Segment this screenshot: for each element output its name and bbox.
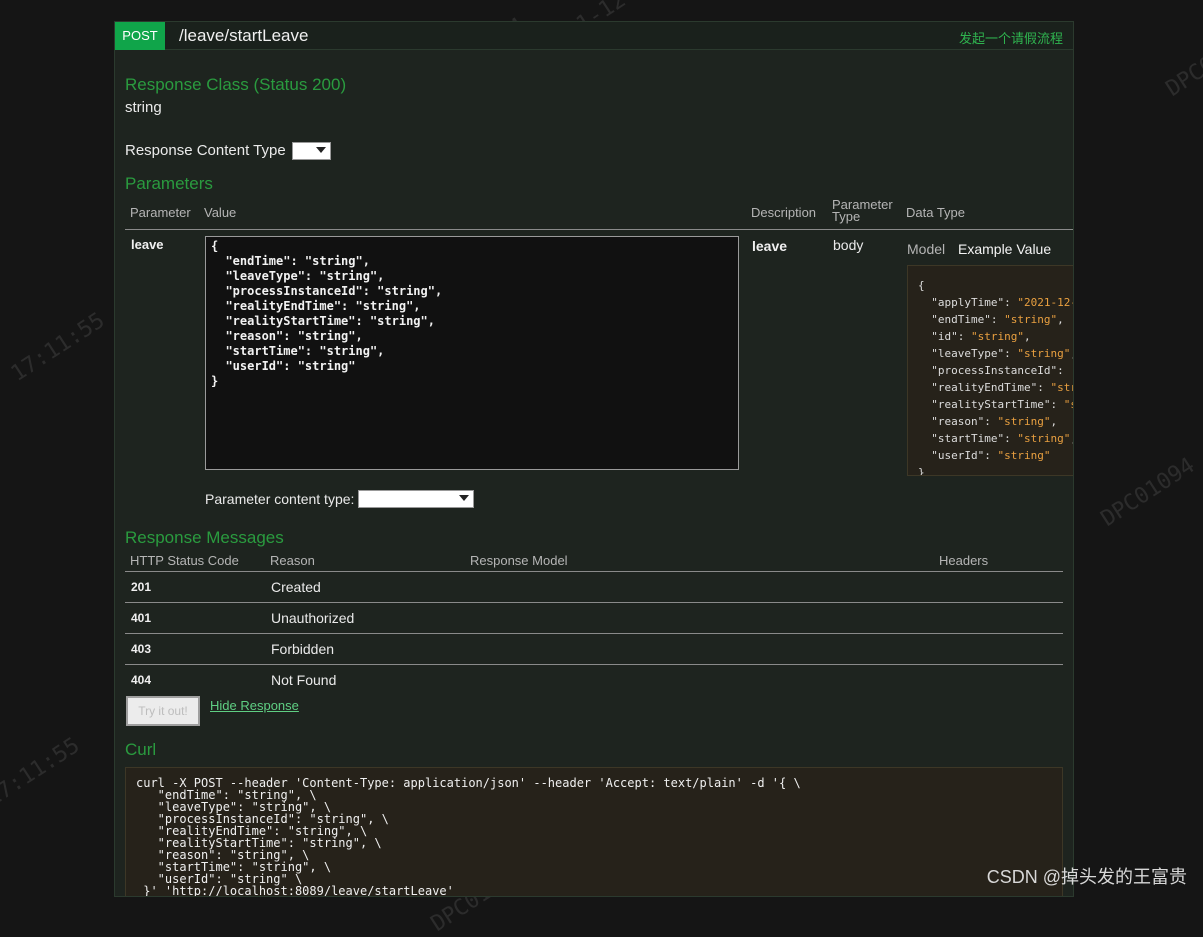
param-description: leave xyxy=(752,238,788,254)
curl-command[interactable]: curl -X POST --header 'Content-Type: app… xyxy=(125,767,1063,896)
rm-header-response-model: Response Model xyxy=(470,553,568,568)
example-line: "id": "string", xyxy=(918,330,1031,343)
tab-model[interactable]: Model xyxy=(907,241,945,257)
table-row: 403 Forbidden xyxy=(125,634,1063,665)
param-header-parameter-type: Parameter Type xyxy=(832,197,893,224)
watermark: DPC01094 xyxy=(1161,23,1203,102)
response-content-type-select[interactable] xyxy=(292,142,331,160)
example-line: "startTime": "string", xyxy=(918,432,1073,445)
param-header-parameter: Parameter xyxy=(130,205,191,220)
chevron-down-icon xyxy=(316,147,326,153)
watermark: 17:11:55 xyxy=(0,733,85,812)
watermark: 17:11:55 xyxy=(6,308,110,387)
rm-header-status-code: HTTP Status Code xyxy=(130,553,239,568)
status-code: 201 xyxy=(131,580,152,594)
example-line: "realityEndTime": "str xyxy=(918,381,1073,394)
example-line: "processInstanceId": ' xyxy=(918,364,1073,377)
status-reason: Created xyxy=(271,579,321,595)
param-header-divider xyxy=(125,229,1073,230)
example-line: "reason": "string", xyxy=(918,415,1058,428)
try-it-out-button[interactable]: Try it out! xyxy=(126,696,200,726)
example-line: "applyTime": "2021-12- xyxy=(918,296,1074,309)
response-content-type-label: Response Content Type xyxy=(125,142,286,159)
rm-header-headers: Headers xyxy=(939,553,989,568)
table-row: 201 Created xyxy=(125,572,1063,603)
status-reason: Forbidden xyxy=(271,641,335,657)
response-class-title: Response Class (Status 200) xyxy=(125,75,347,94)
rm-header-reason: Reason xyxy=(270,553,315,568)
operation-path[interactable]: /leave/startLeave xyxy=(179,26,308,46)
hide-response-link[interactable]: Hide Response xyxy=(210,698,299,713)
operation-header[interactable]: POST /leave/startLeave 发起一个请假流程 xyxy=(115,22,1073,50)
chevron-down-icon xyxy=(459,495,469,501)
example-line: "userId": "string" xyxy=(918,449,1051,462)
example-line: "endTime": "string", xyxy=(918,313,1064,326)
param-content-type-label: Parameter content type: xyxy=(205,491,355,507)
status-code: 403 xyxy=(131,642,152,656)
example-value-box[interactable]: { "applyTime": "2021-12- "endTime": "str… xyxy=(907,265,1074,476)
example-line: "realityStartTime": "s xyxy=(918,398,1073,411)
json-close-brace: } xyxy=(918,466,925,476)
param-header-data-type: Data Type xyxy=(906,205,966,220)
status-code: 401 xyxy=(131,611,152,625)
watermark: DPC01094 xyxy=(1096,453,1200,532)
response-class-type: string xyxy=(125,99,162,116)
example-line: "leaveType": "string", xyxy=(918,347,1073,360)
curl-title: Curl xyxy=(125,740,157,759)
param-content-type-select[interactable] xyxy=(358,490,474,508)
operation-summary[interactable]: 发起一个请假流程 xyxy=(959,28,1063,47)
json-open-brace: { xyxy=(918,279,925,292)
status-reason: Unauthorized xyxy=(271,610,355,626)
table-row: 401 Unauthorized xyxy=(125,603,1063,634)
status-reason: Not Found xyxy=(271,672,337,688)
operation-panel: POST /leave/startLeave 发起一个请假流程 Response… xyxy=(114,21,1074,897)
param-header-description: Description xyxy=(751,205,817,220)
tab-example-value[interactable]: Example Value xyxy=(958,241,1051,257)
table-row: 404 Not Found xyxy=(125,665,1063,696)
parameters-title: Parameters xyxy=(125,174,213,193)
method-badge[interactable]: POST xyxy=(115,22,165,50)
status-code: 404 xyxy=(131,673,152,687)
footer-brand: CSDN @掉头发的王富贵 xyxy=(986,867,1187,887)
param-value-textarea[interactable]: { "endTime": "string", "leaveType": "str… xyxy=(205,236,739,470)
param-name: leave xyxy=(131,237,164,252)
param-type: body xyxy=(833,237,864,253)
param-header-value: Value xyxy=(204,205,237,220)
response-messages-title: Response Messages xyxy=(125,528,284,547)
